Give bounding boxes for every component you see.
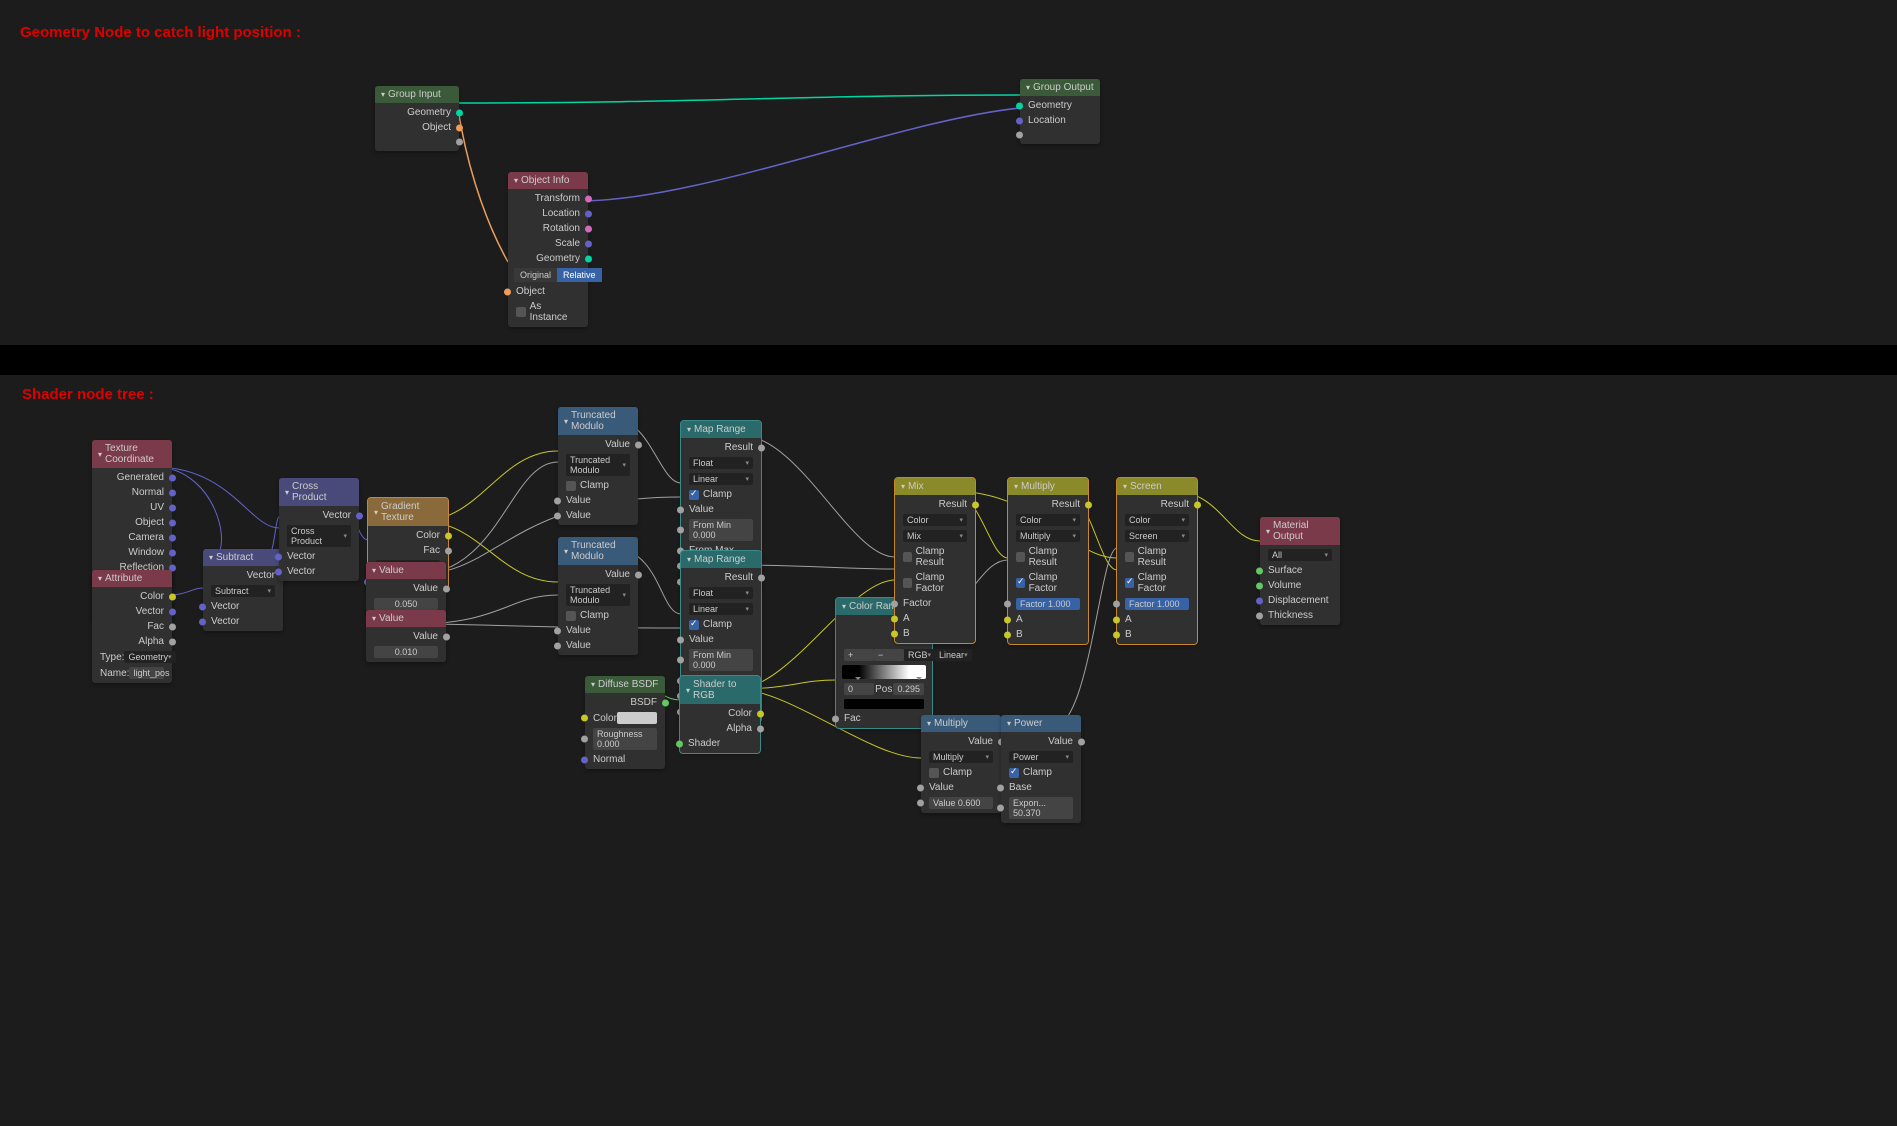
section-title-geometry: Geometry Node to catch light position : <box>20 24 301 41</box>
node-header: Power <box>1001 715 1081 732</box>
node-header: Truncated Modulo <box>558 407 638 435</box>
socket-label: Rotation <box>543 223 580 234</box>
checkbox-as-instance[interactable] <box>516 307 526 317</box>
checkbox-clamp[interactable] <box>689 620 699 630</box>
node-header: Mix <box>895 478 975 495</box>
node-header: Object Info <box>508 172 588 189</box>
node-header: Truncated Modulo <box>558 537 638 565</box>
transform-space-toggle[interactable]: OriginalRelative <box>508 266 588 284</box>
node-value-1[interactable]: Value Value 0.050 <box>366 562 446 614</box>
node-subtract[interactable]: Subtract Vector Subtract Vector Vector <box>203 549 283 631</box>
socket-label: Location <box>542 208 580 219</box>
node-header: Texture Coordinate <box>92 440 172 468</box>
node-header: Material Output <box>1260 517 1340 545</box>
node-truncated-modulo-2[interactable]: Truncated Modulo Value Truncated Modulo … <box>558 537 638 655</box>
value-field[interactable]: 0.050 <box>374 598 438 610</box>
node-header: Multiply <box>921 715 1001 732</box>
node-group-input[interactable]: Group Input Geometry Object <box>375 86 459 151</box>
checkbox-clamp[interactable] <box>689 490 699 500</box>
node-header: Value <box>366 610 446 627</box>
node-header: Map Range <box>681 551 761 568</box>
node-header: Map Range <box>681 421 761 438</box>
node-header: Value <box>366 562 446 579</box>
node-header: Gradient Texture <box>368 498 448 526</box>
section-divider <box>0 345 1897 375</box>
node-header: Group Input <box>375 86 459 103</box>
socket-label: Object <box>516 286 545 297</box>
socket-label: Object <box>422 122 451 133</box>
node-multiply-scalar[interactable]: Multiply Value Multiply Clamp Value Valu… <box>921 715 1001 813</box>
color-swatch[interactable] <box>617 712 657 724</box>
node-truncated-modulo-1[interactable]: Truncated Modulo Value Truncated Modulo … <box>558 407 638 525</box>
node-header: Multiply <box>1008 478 1088 495</box>
node-header: Diffuse BSDF <box>585 676 665 693</box>
node-header: Cross Product <box>279 478 359 506</box>
node-header: Screen <box>1117 478 1197 495</box>
node-value-2[interactable]: Value Value 0.010 <box>366 610 446 662</box>
node-diffuse-bsdf[interactable]: Diffuse BSDF BSDF Color Roughness 0.000 … <box>585 676 665 769</box>
checkbox-label: As Instance <box>530 301 580 323</box>
value-field[interactable]: 0.010 <box>374 646 438 658</box>
node-material-output[interactable]: Material Output All Surface Volume Displ… <box>1260 517 1340 625</box>
color-swatch[interactable] <box>844 699 924 709</box>
node-header: Group Output <box>1020 79 1100 96</box>
op-select[interactable]: Subtract <box>211 585 275 597</box>
op-select[interactable]: Cross Product <box>287 525 351 547</box>
node-multiply-color[interactable]: Multiply Result Color Multiply Clamp Res… <box>1008 478 1088 644</box>
node-header: Attribute <box>92 570 172 587</box>
socket-label: Geometry <box>407 107 451 118</box>
node-attribute[interactable]: Attribute Color Vector Fac Alpha Type:Ge… <box>92 570 172 683</box>
node-group-output[interactable]: Group Output Geometry Location <box>1020 79 1100 144</box>
node-object-info[interactable]: Object Info Transform Location Rotation … <box>508 172 588 327</box>
name-field[interactable]: light_pos <box>129 667 164 679</box>
socket-label: Transform <box>535 193 580 204</box>
node-header: Subtract <box>203 549 283 566</box>
checkbox-clamp[interactable] <box>566 611 576 621</box>
node-mix[interactable]: Mix Result Color Mix Clamp Result Clamp … <box>895 478 975 643</box>
op-select[interactable]: Truncated Modulo <box>566 584 630 606</box>
checkbox-clamp[interactable] <box>566 481 576 491</box>
type-select[interactable]: Geometry <box>124 651 175 663</box>
node-header: Shader to RGB <box>680 676 760 704</box>
color-ramp-gradient[interactable] <box>842 665 926 679</box>
socket-label: Geometry <box>1028 100 1072 111</box>
socket-label: Geometry <box>536 253 580 264</box>
op-select[interactable]: Truncated Modulo <box>566 454 630 476</box>
node-screen[interactable]: Screen Result Color Screen Clamp Result … <box>1117 478 1197 644</box>
node-shader-to-rgb[interactable]: Shader to RGB Color Alpha Shader <box>680 676 760 753</box>
section-title-shader: Shader node tree : <box>22 386 154 403</box>
node-power[interactable]: Power Value Power Clamp Base Expon... 50… <box>1001 715 1081 823</box>
socket-label: Scale <box>555 238 580 249</box>
socket-label: Location <box>1028 115 1066 126</box>
node-cross-product[interactable]: Cross Product Vector Cross Product Vecto… <box>279 478 359 581</box>
